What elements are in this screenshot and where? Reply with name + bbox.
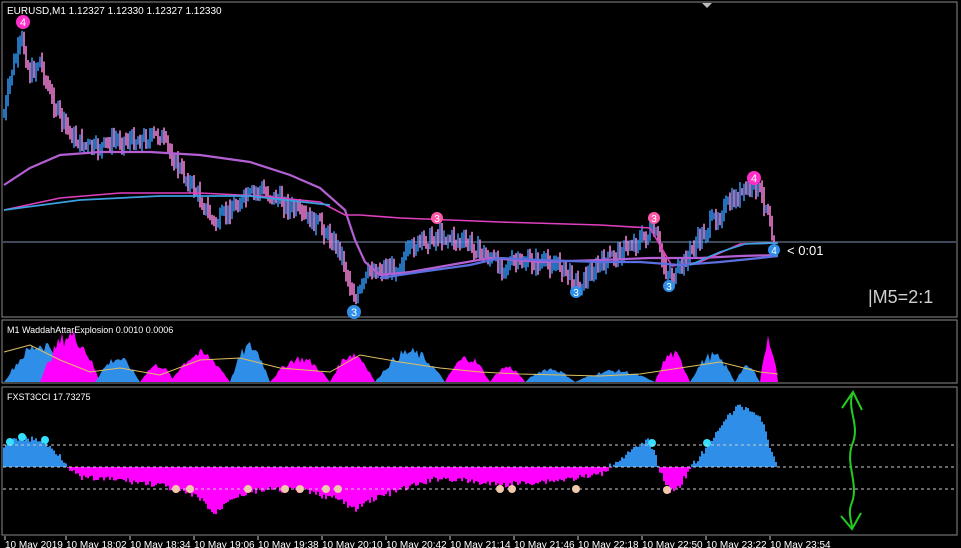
cci-histogram (3, 404, 777, 515)
waddah-panel-title: M1 WaddahAttarExplosion 0.0010 0.0006 (7, 325, 173, 335)
time-axis-label: 10 May 19:38 (258, 540, 319, 548)
wave-label-text: 3 (651, 214, 657, 225)
time-axis-label: 10 May 21:46 (514, 540, 575, 548)
time-axis-label: 10 May 19:06 (194, 540, 255, 548)
time-axis-label: 10 May 22:50 (642, 540, 703, 548)
time-axis-label: 10 May 20:42 (386, 540, 447, 548)
main-panel-frame (1, 1, 958, 318)
wave-label-marker: 4 (747, 171, 761, 185)
wave-label-text: 3 (434, 214, 440, 225)
time-axis-label: 10 May 22:18 (578, 540, 639, 548)
triangle-down-icon[interactable] (702, 3, 712, 8)
bar-countdown: < 0:01 (787, 243, 824, 258)
time-axis-label: 10 May 18:34 (130, 540, 191, 548)
wave-label-text: 4 (771, 246, 777, 257)
wave-label-text: 3 (573, 288, 579, 299)
wave-label-marker: 3 (663, 280, 675, 293)
cci-panel-title: FXST3CCI 17.73275 (7, 392, 91, 402)
cci-panel-frame (1, 386, 958, 536)
time-axis-label: 10 May 2019 (5, 540, 63, 548)
wave-label-marker: 3 (570, 286, 582, 299)
wave-label-text: 3 (351, 307, 357, 319)
time-axis-label: 10 May 18:02 (66, 540, 127, 548)
mtf-label: |M5=2:1 (868, 287, 933, 307)
main-panel-title: EURUSD,M1 1.12327 1.12330 1.12327 1.1233… (7, 6, 222, 17)
wave-label-text: 3 (666, 282, 672, 293)
time-axis-label: 10 May 20:10 (322, 540, 383, 548)
wave-label-text: 4 (751, 173, 757, 185)
vertical-double-arrow-icon[interactable] (840, 390, 863, 531)
wave-label-marker: 3 (347, 305, 361, 319)
time-axis-label: 10 May 21:14 (450, 540, 511, 548)
wave-label-text: 4 (20, 17, 26, 29)
time-axis-label: 10 May 23:22 (706, 540, 767, 548)
chart-window[interactable]: 4 3 3 4 3 3 3 4 EURUSD,M1 1.12327 1.12330 1.123… (0, 0, 961, 548)
time-axis: 10 May 2019 10 May 18:02 10 May 18:34 10 Ma… (4, 536, 831, 548)
moving-averages (3, 150, 779, 280)
time-axis-label: 10 May 23:54 (770, 540, 831, 548)
wave-label-marker: 4 (16, 15, 30, 29)
waddah-histogram (3, 330, 779, 382)
